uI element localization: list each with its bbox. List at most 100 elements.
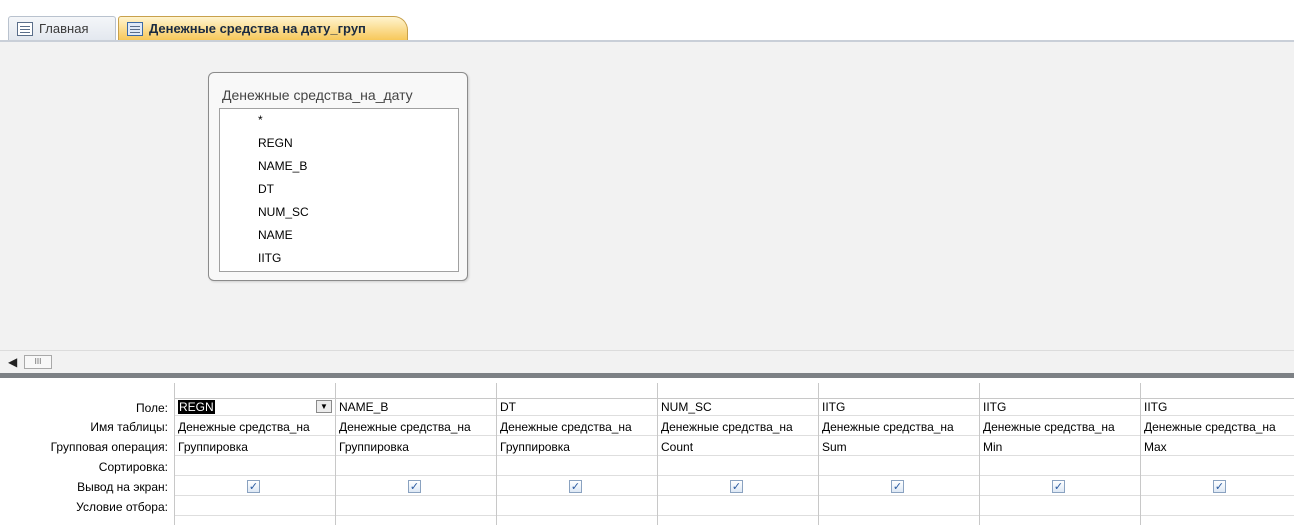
grid-column[interactable]: NUM_SC Денежные средства_на Count ✓	[657, 383, 818, 525]
table-field-list-window[interactable]: Денежные средства_на_дату * REGN NAME_B …	[208, 72, 468, 281]
tab-home-label: Главная	[39, 21, 89, 36]
table-cell-text: Денежные средства_на	[339, 420, 471, 434]
field-item-name-b[interactable]: NAME_B	[258, 158, 307, 174]
field-dropdown-arrow-icon[interactable]: ▼	[316, 400, 332, 413]
column-selector[interactable]	[980, 383, 1140, 399]
group-op-cell-text: Группировка	[178, 440, 248, 454]
tab-query-label: Денежные средства на дату_груп	[149, 21, 366, 36]
show-cell[interactable]: ✓	[336, 478, 496, 496]
sort-cell[interactable]	[658, 458, 818, 476]
criteria-cell[interactable]	[1141, 498, 1294, 516]
table-cell-text: Денежные средства_на	[178, 420, 310, 434]
sort-cell[interactable]	[819, 458, 979, 476]
field-cell[interactable]: NUM_SC	[658, 398, 818, 416]
scroll-thumb[interactable]: III	[24, 355, 52, 369]
group-op-cell[interactable]: Группировка	[497, 438, 657, 456]
row-label-criteria: Условие отбора:	[76, 500, 168, 514]
show-checkbox[interactable]: ✓	[730, 480, 743, 493]
grid-column[interactable]: IITG Денежные средства_на Min ✓	[979, 383, 1140, 525]
column-selector[interactable]	[819, 383, 979, 399]
table-cell[interactable]: Денежные средства_на	[497, 418, 657, 436]
show-cell[interactable]: ✓	[175, 478, 335, 496]
sort-cell[interactable]	[1141, 458, 1294, 476]
show-cell[interactable]: ✓	[1141, 478, 1294, 496]
row-label-sort: Сортировка:	[98, 460, 168, 474]
group-op-cell[interactable]: Группировка	[175, 438, 335, 456]
show-checkbox[interactable]: ✓	[1052, 480, 1065, 493]
field-item-all[interactable]: *	[258, 112, 263, 128]
field-cell[interactable]: IITG	[819, 398, 979, 416]
field-cell[interactable]: NAME_B	[336, 398, 496, 416]
grid-column[interactable]: DT Денежные средства_на Группировка ✓	[496, 383, 657, 525]
table-cell[interactable]: Денежные средства_на	[658, 418, 818, 436]
field-cell[interactable]: REGN ▼	[175, 398, 335, 416]
show-cell[interactable]: ✓	[819, 478, 979, 496]
field-cell-text: IITG	[1144, 400, 1168, 414]
group-op-cell[interactable]: Max	[1141, 438, 1294, 456]
group-op-cell-text: Группировка	[339, 440, 409, 454]
grid-column[interactable]: REGN ▼ Денежные средства_на Группировка ✓	[174, 383, 335, 525]
criteria-cell[interactable]	[658, 498, 818, 516]
form-icon	[17, 21, 33, 36]
table-cell-text: Денежные средства_на	[983, 420, 1115, 434]
grid-column[interactable]: IITG Денежные средства_на Max ✓	[1140, 383, 1294, 525]
column-selector[interactable]	[658, 383, 818, 399]
group-op-cell[interactable]: Группировка	[336, 438, 496, 456]
group-op-cell-text: Группировка	[500, 440, 570, 454]
criteria-cell[interactable]	[819, 498, 979, 516]
row-label-group-op: Групповая операция:	[50, 440, 168, 454]
criteria-cell[interactable]	[497, 498, 657, 516]
query-design-pane[interactable]: Денежные средства_на_дату * REGN NAME_B …	[0, 42, 1294, 352]
table-cell[interactable]: Денежные средства_на	[819, 418, 979, 436]
show-checkbox[interactable]: ✓	[891, 480, 904, 493]
table-cell[interactable]: Денежные средства_на	[336, 418, 496, 436]
table-cell[interactable]: Денежные средства_на	[1141, 418, 1294, 436]
sort-cell[interactable]	[497, 458, 657, 476]
grid-column[interactable]: NAME_B Денежные средства_на Группировка ✓	[335, 383, 496, 525]
show-checkbox[interactable]: ✓	[247, 480, 260, 493]
field-cell-text: IITG	[822, 400, 846, 414]
query-grid: Поле: Имя таблицы: Групповая операция: С…	[0, 378, 1294, 525]
sort-cell[interactable]	[980, 458, 1140, 476]
table-cell[interactable]: Денежные средства_на	[175, 418, 335, 436]
scroll-left-arrow-icon[interactable]: ◀	[8, 356, 20, 369]
column-selector[interactable]	[497, 383, 657, 399]
table-cell-text: Денежные средства_на	[1144, 420, 1276, 434]
field-cell-text: NAME_B	[339, 400, 389, 414]
criteria-cell[interactable]	[336, 498, 496, 516]
field-list[interactable]: * REGN NAME_B DT NUM_SC NAME IITG	[219, 108, 459, 272]
selected-field-text[interactable]: REGN	[178, 400, 215, 414]
column-selector[interactable]	[1141, 383, 1294, 399]
show-cell[interactable]: ✓	[658, 478, 818, 496]
sort-cell[interactable]	[175, 458, 335, 476]
show-checkbox[interactable]: ✓	[408, 480, 421, 493]
field-item-iitg[interactable]: IITG	[258, 250, 281, 266]
column-selector[interactable]	[336, 383, 496, 399]
show-checkbox[interactable]: ✓	[569, 480, 582, 493]
grid-column[interactable]: IITG Денежные средства_на Sum ✓	[818, 383, 979, 525]
field-item-name[interactable]: NAME	[258, 227, 293, 243]
field-item-dt[interactable]: DT	[258, 181, 274, 197]
sort-cell[interactable]	[336, 458, 496, 476]
show-checkbox[interactable]: ✓	[1213, 480, 1226, 493]
group-op-cell-text: Sum	[822, 440, 847, 454]
document-tab-bar: Главная Денежные средства на дату_груп	[0, 0, 1294, 40]
tab-home[interactable]: Главная	[8, 16, 116, 40]
field-cell[interactable]: IITG	[980, 398, 1140, 416]
show-cell[interactable]: ✓	[497, 478, 657, 496]
show-cell[interactable]: ✓	[980, 478, 1140, 496]
design-horizontal-scrollbar[interactable]: ◀ III	[0, 350, 1294, 373]
field-cell[interactable]: IITG	[1141, 398, 1294, 416]
criteria-cell[interactable]	[175, 498, 335, 516]
tab-query-design[interactable]: Денежные средства на дату_груп	[118, 16, 408, 40]
group-op-cell[interactable]: Min	[980, 438, 1140, 456]
table-cell[interactable]: Денежные средства_на	[980, 418, 1140, 436]
group-op-cell[interactable]: Sum	[819, 438, 979, 456]
field-item-num-sc[interactable]: NUM_SC	[258, 204, 309, 220]
field-item-regn[interactable]: REGN	[258, 135, 293, 151]
field-cell[interactable]: DT	[497, 398, 657, 416]
criteria-cell[interactable]	[980, 498, 1140, 516]
group-op-cell[interactable]: Count	[658, 438, 818, 456]
table-title[interactable]: Денежные средства_на_дату	[222, 87, 413, 103]
column-selector[interactable]	[175, 383, 335, 399]
